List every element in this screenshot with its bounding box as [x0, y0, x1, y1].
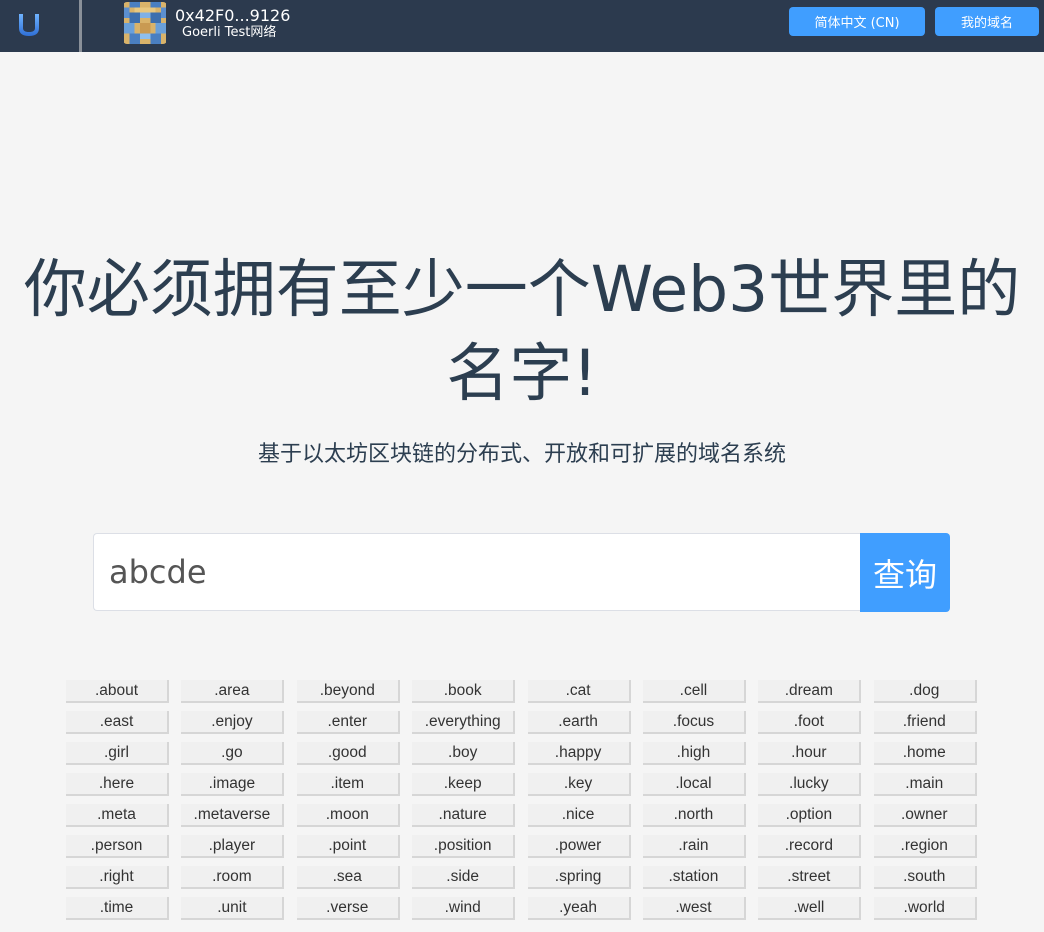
suffix-option[interactable]: .spring: [527, 866, 631, 889]
suffix-option[interactable]: .enter: [296, 711, 400, 734]
suffix-option[interactable]: .position: [412, 835, 516, 858]
headline-line-1: 你必须拥有至少一个Web3世界里的: [23, 253, 1021, 326]
suffix-option[interactable]: .street: [758, 866, 862, 889]
suffix-option[interactable]: .lucky: [758, 773, 862, 796]
suffix-option[interactable]: .well: [758, 897, 862, 920]
top-bar: 0x42F0...9126 Goerli Test网络 简体中文 (CN) 我的…: [0, 0, 1044, 52]
suffix-option[interactable]: .enjoy: [181, 711, 285, 734]
suffix-option[interactable]: .metaverse: [181, 804, 285, 827]
suffix-option[interactable]: .unit: [181, 897, 285, 920]
suffix-option[interactable]: .west: [642, 897, 746, 920]
suffix-option[interactable]: .boy: [412, 742, 516, 765]
suffix-option[interactable]: .nature: [412, 804, 516, 827]
suffix-option[interactable]: .local: [642, 773, 746, 796]
suffix-option[interactable]: .hour: [758, 742, 862, 765]
suffix-option[interactable]: .foot: [758, 711, 862, 734]
page-headline: 你必须拥有至少一个Web3世界里的 名字!: [0, 248, 1044, 416]
suffix-option[interactable]: .friend: [873, 711, 977, 734]
suffix-option[interactable]: .beyond: [296, 680, 400, 703]
suffix-option[interactable]: .about: [66, 680, 169, 703]
suffix-option[interactable]: .image: [181, 773, 285, 796]
wallet-avatar[interactable]: [123, 2, 167, 44]
suffix-option[interactable]: .power: [527, 835, 631, 858]
suffix-option[interactable]: .room: [181, 866, 285, 889]
suffix-option[interactable]: .here: [66, 773, 169, 796]
suffix-option[interactable]: .world: [873, 897, 977, 920]
suffix-option[interactable]: .rain: [642, 835, 746, 858]
suffix-option[interactable]: .yeah: [527, 897, 631, 920]
suffix-option[interactable]: .record: [758, 835, 862, 858]
suffix-option[interactable]: .side: [412, 866, 516, 889]
suffix-option[interactable]: .go: [181, 742, 285, 765]
suffix-option[interactable]: .happy: [527, 742, 631, 765]
search-button[interactable]: 查询: [860, 533, 950, 612]
suffix-option[interactable]: .north: [642, 804, 746, 827]
suffix-option[interactable]: .high: [642, 742, 746, 765]
suffix-option[interactable]: .moon: [296, 804, 400, 827]
suffix-option[interactable]: .region: [873, 835, 977, 858]
suffix-option[interactable]: .nice: [527, 804, 631, 827]
network-name: Goerli Test网络: [182, 25, 277, 40]
suffix-option[interactable]: .right: [66, 866, 169, 889]
suffix-option[interactable]: .wind: [412, 897, 516, 920]
domain-search-input[interactable]: [93, 533, 860, 611]
suffix-option[interactable]: .sea: [296, 866, 400, 889]
suffix-option[interactable]: .focus: [642, 711, 746, 734]
suffix-option[interactable]: .dog: [873, 680, 977, 703]
suffix-list: .about .area .beyond .book .cat .cell .dream .d…: [66, 680, 986, 920]
app-logo-icon[interactable]: [14, 10, 44, 40]
suffix-option[interactable]: .home: [873, 742, 977, 765]
suffix-option[interactable]: .meta: [66, 804, 169, 827]
suffix-option[interactable]: .area: [181, 680, 285, 703]
suffix-option[interactable]: .option: [758, 804, 862, 827]
suffix-option[interactable]: .key: [527, 773, 631, 796]
page-subtitle: 基于以太坊区块链的分布式、开放和可扩展的域名系统: [257, 442, 786, 467]
suffix-option[interactable]: .person: [66, 835, 169, 858]
suffix-option[interactable]: .time: [66, 897, 169, 920]
suffix-option[interactable]: .verse: [296, 897, 400, 920]
suffix-option[interactable]: .keep: [412, 773, 516, 796]
suffix-option[interactable]: .cell: [642, 680, 746, 703]
suffix-option[interactable]: .east: [66, 711, 169, 734]
suffix-option[interactable]: .cat: [527, 680, 631, 703]
suffix-option[interactable]: .earth: [527, 711, 631, 734]
suffix-option[interactable]: .item: [296, 773, 400, 796]
suffix-option[interactable]: .main: [873, 773, 977, 796]
suffix-option[interactable]: .south: [873, 866, 977, 889]
headline-line-2: 名字!: [446, 337, 598, 410]
suffix-option[interactable]: .owner: [873, 804, 977, 827]
suffix-option[interactable]: .book: [412, 680, 516, 703]
wallet-address[interactable]: 0x42F0...9126: [175, 7, 290, 25]
suffix-option[interactable]: .point: [296, 835, 400, 858]
header-divider: [79, 0, 82, 52]
suffix-option[interactable]: .player: [181, 835, 285, 858]
suffix-option[interactable]: .dream: [758, 680, 862, 703]
language-button[interactable]: 简体中文 (CN): [789, 7, 925, 36]
suffix-option[interactable]: .everything: [412, 711, 516, 734]
suffix-option[interactable]: .girl: [66, 742, 169, 765]
suffix-option[interactable]: .good: [296, 742, 400, 765]
my-domains-button[interactable]: 我的域名: [935, 7, 1039, 36]
suffix-option[interactable]: .station: [642, 866, 746, 889]
